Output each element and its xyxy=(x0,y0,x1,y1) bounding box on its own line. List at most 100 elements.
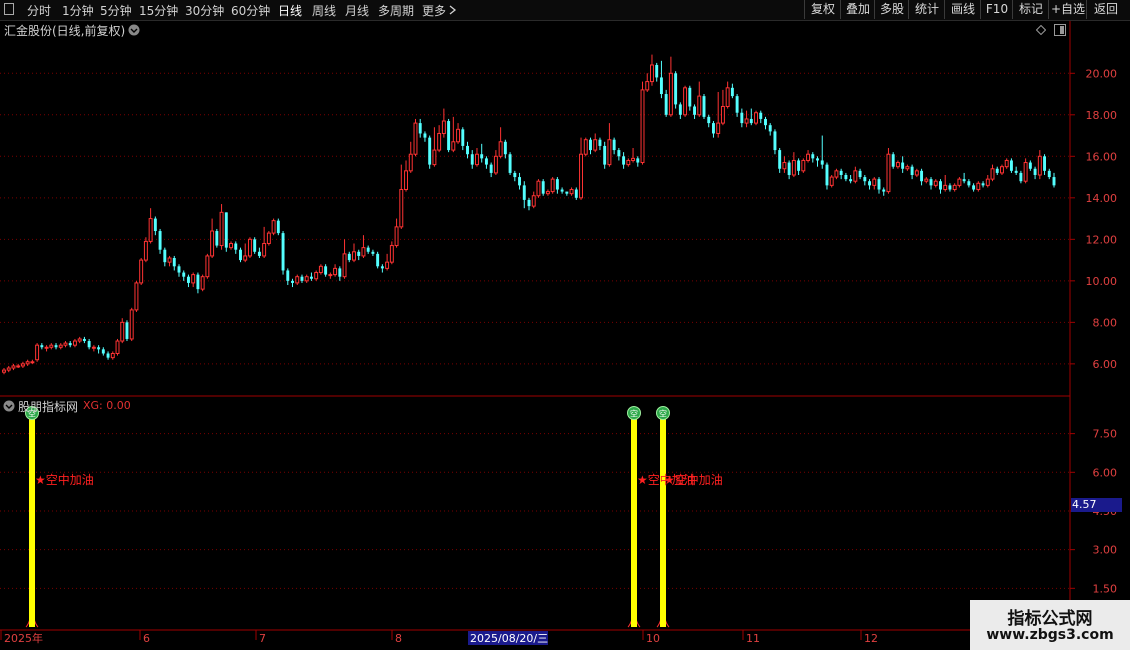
candle-body-down xyxy=(759,112,763,119)
candle-body-up xyxy=(58,344,63,348)
candle-body-up xyxy=(129,309,134,340)
candle-body-down xyxy=(877,179,881,190)
candle-body-up xyxy=(49,344,54,348)
candle-body-up xyxy=(361,247,366,257)
candle-body-up xyxy=(437,132,442,151)
candle-body-up xyxy=(266,232,271,244)
candle-body-up xyxy=(1004,159,1009,168)
candle-body-up xyxy=(404,170,408,191)
current-value-badge: 4.57 xyxy=(1071,498,1122,512)
candle-body-up xyxy=(229,242,233,249)
candle-body-down xyxy=(678,104,682,115)
signal-label: ★空中加油 xyxy=(35,473,94,487)
candle-body-up xyxy=(110,352,115,359)
price-tick-label: 10.00 xyxy=(1086,275,1118,288)
candle-body-up xyxy=(976,182,981,191)
candle-body-down xyxy=(849,179,853,182)
candle-body-down xyxy=(423,133,427,138)
candle-body-up xyxy=(432,149,437,166)
candle-body-down xyxy=(177,266,181,273)
candle-body-down xyxy=(215,231,219,246)
candle-body-down xyxy=(1009,160,1013,171)
candle-body-up xyxy=(210,230,215,257)
candle-body-down xyxy=(589,139,592,151)
candle-body-down xyxy=(324,266,328,275)
candle-body-down xyxy=(338,268,342,277)
indicator-tick-label: 3.00 xyxy=(1093,544,1118,557)
candle-body-up xyxy=(314,272,319,280)
candle-body-up xyxy=(35,344,40,361)
candle-body-down xyxy=(300,276,304,281)
candle-body-up xyxy=(583,139,588,155)
diamond-icon[interactable] xyxy=(1036,25,1046,35)
price-tick-label: 6.00 xyxy=(1093,358,1118,371)
candle-body-up xyxy=(744,118,749,124)
candle-body-up xyxy=(6,367,11,371)
panel-toggle-icon[interactable] xyxy=(1054,24,1066,36)
candle-body-up xyxy=(72,340,77,346)
candle-body-down xyxy=(40,345,44,348)
candle-body-up xyxy=(872,178,877,186)
candle-body-up xyxy=(200,276,205,290)
candle-body-up xyxy=(933,180,938,186)
candle-body-down xyxy=(239,249,242,261)
candle-body-down xyxy=(286,270,290,281)
price-tick-label: 8.00 xyxy=(1093,316,1118,329)
indicator-tick-label: 1.50 xyxy=(1093,582,1118,595)
candle-body-down xyxy=(863,177,867,182)
candle-body-down xyxy=(655,64,659,78)
candle-body-up xyxy=(385,261,390,269)
candle-body-up xyxy=(886,153,891,193)
candle-body-up xyxy=(720,105,725,124)
candle-body-up xyxy=(77,338,82,342)
candle-body-down xyxy=(598,139,602,146)
candle-body-up xyxy=(262,242,267,257)
candle-body-down xyxy=(707,116,711,124)
candle-body-up xyxy=(952,184,957,191)
candle-body-up xyxy=(20,363,25,367)
kline-chart[interactable]: 20.00 18.00 16.00 14.00 12.00 10.00 8.00 6.00 7.… xyxy=(0,0,1130,650)
indicator-menu-icon[interactable] xyxy=(3,400,15,412)
candle-body-up xyxy=(1037,155,1042,176)
candle-body-down xyxy=(1052,177,1056,186)
candle-body-down xyxy=(797,160,801,171)
candle-body-down xyxy=(376,253,380,267)
candle-body-up xyxy=(531,195,536,207)
watermark-title: 指标公式网 xyxy=(1007,609,1093,629)
chart-title: 汇金股份(日线,前复权) xyxy=(4,24,126,38)
candle-body-up xyxy=(631,157,636,161)
candle-body-up xyxy=(607,139,612,166)
candle-body-down xyxy=(730,87,734,97)
candle-body-down xyxy=(622,156,626,165)
candle-body-down xyxy=(1019,172,1023,182)
candle-body-down xyxy=(659,77,663,95)
signal-marker-text: 空 xyxy=(659,409,667,419)
candle-body-up xyxy=(754,112,758,124)
candle-body-up xyxy=(829,176,834,186)
candle-body-down xyxy=(674,73,678,105)
x-axis-label: 8 xyxy=(395,632,402,645)
candle-body-down xyxy=(574,189,578,198)
candle-body-down xyxy=(101,349,105,354)
candle-body-up xyxy=(834,170,839,178)
x-axis-label: 7 xyxy=(259,632,266,645)
candle-body-down xyxy=(768,125,772,132)
candle-body-down xyxy=(901,162,905,169)
candle-body-down xyxy=(447,121,451,151)
dropdown-circle-icon[interactable] xyxy=(128,24,140,36)
candle-body-up xyxy=(271,220,276,234)
candle-body-up xyxy=(697,95,702,116)
candle-body-down xyxy=(196,274,200,290)
candle-body-up xyxy=(683,87,688,116)
candle-body-down xyxy=(868,181,872,186)
candle-body-up xyxy=(493,155,498,174)
candle-body-up xyxy=(2,369,6,373)
candle-body-down xyxy=(489,164,493,173)
candle-body-up xyxy=(1023,162,1028,182)
candle-body-down xyxy=(858,170,862,178)
candle-body-down xyxy=(910,166,914,175)
candle-body-up xyxy=(985,178,990,186)
candle-body-up xyxy=(304,276,309,282)
candle-body-down xyxy=(995,168,999,173)
watermark-url: www.zbgs3.com xyxy=(986,627,1114,643)
